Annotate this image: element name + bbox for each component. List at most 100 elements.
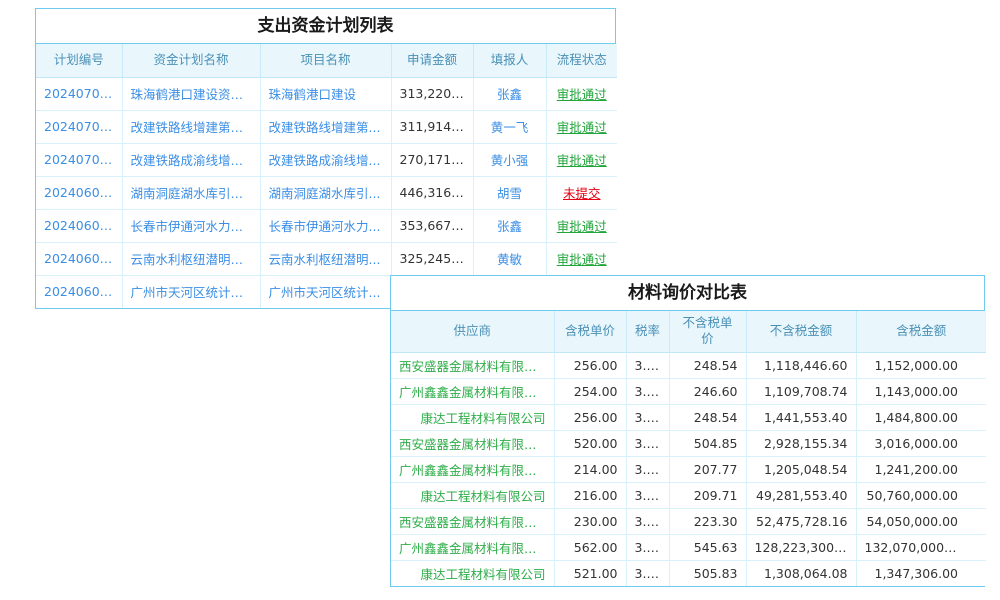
supplier-cell[interactable]: 康达工程材料有限公司 <box>391 404 554 430</box>
reporter-cell: 张鑫 <box>473 77 546 110</box>
plan-table-row: 2024060011 湖南洞庭湖水库引水... 湖南洞庭湖水库引... 446,… <box>36 176 617 209</box>
tax-rate-cell: 3.00 <box>626 456 669 482</box>
material-quote-table: 供应商 含税单价 税率 不含税单价 不含税金额 含税金额 西安盛器金属材料有限公… <box>391 311 986 586</box>
net-price-cell: 248.54 <box>669 352 746 378</box>
project-name-cell[interactable]: 湖南洞庭湖水库引... <box>260 176 391 209</box>
column-header-tax-amount: 含税金额 <box>856 311 986 352</box>
tax-price-cell: 214.00 <box>554 456 626 482</box>
tax-price-cell: 256.00 <box>554 404 626 430</box>
project-name-cell[interactable]: 长春市伊通河水力... <box>260 209 391 242</box>
net-price-cell: 209.71 <box>669 482 746 508</box>
project-name-cell[interactable]: 珠海鹤港口建设 <box>260 77 391 110</box>
fund-plan-name-cell[interactable]: 广州市天河区统计局... <box>122 275 260 308</box>
column-header-net-amount: 不含税金额 <box>746 311 856 352</box>
plan-header-row: 计划编号 资金计划名称 项目名称 申请金额 填报人 流程状态 <box>36 44 617 77</box>
plan-no-cell[interactable]: 2024070002 <box>36 110 122 143</box>
net-price-cell: 504.85 <box>669 430 746 456</box>
plan-no-cell[interactable]: 2024060008 <box>36 275 122 308</box>
tax-rate-cell: 3.00 <box>626 378 669 404</box>
quote-table-row: 康达工程材料有限公司 216.00 3.00 209.71 49,281,553… <box>391 482 986 508</box>
tax-rate-cell: 3.00 <box>626 352 669 378</box>
fund-plan-name-cell[interactable]: 珠海鹤港口建设资金... <box>122 77 260 110</box>
tax-price-cell: 254.00 <box>554 378 626 404</box>
tax-rate-cell: 3.00 <box>626 560 669 586</box>
supplier-cell[interactable]: 康达工程材料有限公司 <box>391 482 554 508</box>
project-name-cell[interactable]: 改建铁路线增建第... <box>260 110 391 143</box>
fund-plan-name-cell[interactable]: 云南水利枢纽潜明水... <box>122 242 260 275</box>
net-amount-cell: 128,223,300.97 <box>746 534 856 560</box>
supplier-cell[interactable]: 西安盛器金属材料有限公司 <box>391 352 554 378</box>
apply-amount-cell: 353,667.00 <box>391 209 473 242</box>
supplier-cell[interactable]: 西安盛器金属材料有限公司 <box>391 508 554 534</box>
net-price-cell: 223.30 <box>669 508 746 534</box>
column-header-apply-amount: 申请金额 <box>391 44 473 77</box>
status-cell[interactable]: 未提交 <box>546 176 617 209</box>
fund-plan-name-cell[interactable]: 改建铁路线增建第二... <box>122 110 260 143</box>
fund-plan-name-cell[interactable]: 长春市伊通河水力发... <box>122 209 260 242</box>
plan-table-body: 2024070003 珠海鹤港口建设资金... 珠海鹤港口建设 313,220.… <box>36 77 617 308</box>
net-price-cell: 545.63 <box>669 534 746 560</box>
material-quote-panel: 材料询价对比表 供应商 含税单价 税率 不含税单价 不含税金额 含税金额 西安盛… <box>390 275 985 587</box>
tax-rate-cell: 3.00 <box>626 508 669 534</box>
column-header-project-name: 项目名称 <box>260 44 391 77</box>
net-amount-cell: 1,118,446.60 <box>746 352 856 378</box>
column-header-tax-price: 含税单价 <box>554 311 626 352</box>
fund-plan-name-cell[interactable]: 改建铁路成渝线增建... <box>122 143 260 176</box>
plan-no-cell[interactable]: 2024070001 <box>36 143 122 176</box>
quote-table-row: 广州鑫鑫金属材料有限公司 562.00 3.00 545.63 128,223,… <box>391 534 986 560</box>
status-cell[interactable]: 审批通过 <box>546 143 617 176</box>
plan-no-cell[interactable]: 2024060011 <box>36 176 122 209</box>
apply-amount-cell: 270,171.00 <box>391 143 473 176</box>
plan-table-title: 支出资金计划列表 <box>36 9 615 44</box>
net-price-cell: 207.77 <box>669 456 746 482</box>
quote-table-row: 广州鑫鑫金属材料有限公司 254.00 3.00 246.60 1,109,70… <box>391 378 986 404</box>
net-amount-cell: 2,928,155.34 <box>746 430 856 456</box>
supplier-cell[interactable]: 广州鑫鑫金属材料有限公司 <box>391 534 554 560</box>
quote-table-row: 西安盛器金属材料有限公司 256.00 3.00 248.54 1,118,44… <box>391 352 986 378</box>
quote-table-row: 西安盛器金属材料有限公司 230.00 3.00 223.30 52,475,7… <box>391 508 986 534</box>
status-cell[interactable]: 审批通过 <box>546 242 617 275</box>
plan-table-row: 2024060010 长春市伊通河水力发... 长春市伊通河水力... 353,… <box>36 209 617 242</box>
tax-amount-cell: 50,760,000.00 <box>856 482 986 508</box>
plan-no-cell[interactable]: 2024060010 <box>36 209 122 242</box>
tax-amount-cell: 1,241,200.00 <box>856 456 986 482</box>
quote-table-row: 康达工程材料有限公司 256.00 3.00 248.54 1,441,553.… <box>391 404 986 430</box>
net-price-cell: 505.83 <box>669 560 746 586</box>
tax-price-cell: 521.00 <box>554 560 626 586</box>
plan-table-header: 计划编号 资金计划名称 项目名称 申请金额 填报人 流程状态 <box>36 44 617 77</box>
supplier-cell[interactable]: 广州鑫鑫金属材料有限公司 <box>391 456 554 482</box>
column-header-reporter: 填报人 <box>473 44 546 77</box>
tax-rate-cell: 3.00 <box>626 404 669 430</box>
column-header-net-price: 不含税单价 <box>669 311 746 352</box>
tax-price-cell: 230.00 <box>554 508 626 534</box>
tax-rate-cell: 3.00 <box>626 534 669 560</box>
plan-no-cell[interactable]: 2024070003 <box>36 77 122 110</box>
column-header-fund-name: 资金计划名称 <box>122 44 260 77</box>
supplier-cell[interactable]: 广州鑫鑫金属材料有限公司 <box>391 378 554 404</box>
quote-table-row: 西安盛器金属材料有限公司 520.00 3.00 504.85 2,928,15… <box>391 430 986 456</box>
tax-amount-cell: 1,484,800.00 <box>856 404 986 430</box>
quote-table-row: 康达工程材料有限公司 521.00 3.00 505.83 1,308,064.… <box>391 560 986 586</box>
project-name-cell[interactable]: 广州市天河区统计... <box>260 275 391 308</box>
status-cell[interactable]: 审批通过 <box>546 110 617 143</box>
tax-amount-cell: 1,143,000.00 <box>856 378 986 404</box>
reporter-cell: 黄一飞 <box>473 110 546 143</box>
expense-plan-panel: 支出资金计划列表 计划编号 资金计划名称 项目名称 申请金额 填报人 流程状态 … <box>35 8 616 309</box>
tax-price-cell: 520.00 <box>554 430 626 456</box>
net-amount-cell: 1,109,708.74 <box>746 378 856 404</box>
plan-table-row: 2024070002 改建铁路线增建第二... 改建铁路线增建第... 311,… <box>36 110 617 143</box>
net-amount-cell: 1,308,064.08 <box>746 560 856 586</box>
plan-table-row: 2024070001 改建铁路成渝线增建... 改建铁路成渝线增... 270,… <box>36 143 617 176</box>
status-cell[interactable]: 审批通过 <box>546 209 617 242</box>
project-name-cell[interactable]: 云南水利枢纽潜明... <box>260 242 391 275</box>
fund-plan-name-cell[interactable]: 湖南洞庭湖水库引水... <box>122 176 260 209</box>
quote-table-row: 广州鑫鑫金属材料有限公司 214.00 3.00 207.77 1,205,04… <box>391 456 986 482</box>
project-name-cell[interactable]: 改建铁路成渝线增... <box>260 143 391 176</box>
tax-amount-cell: 54,050,000.00 <box>856 508 986 534</box>
plan-no-cell[interactable]: 2024060009 <box>36 242 122 275</box>
supplier-cell[interactable]: 康达工程材料有限公司 <box>391 560 554 586</box>
status-cell[interactable]: 审批通过 <box>546 77 617 110</box>
tax-amount-cell: 3,016,000.00 <box>856 430 986 456</box>
net-price-cell: 248.54 <box>669 404 746 430</box>
supplier-cell[interactable]: 西安盛器金属材料有限公司 <box>391 430 554 456</box>
